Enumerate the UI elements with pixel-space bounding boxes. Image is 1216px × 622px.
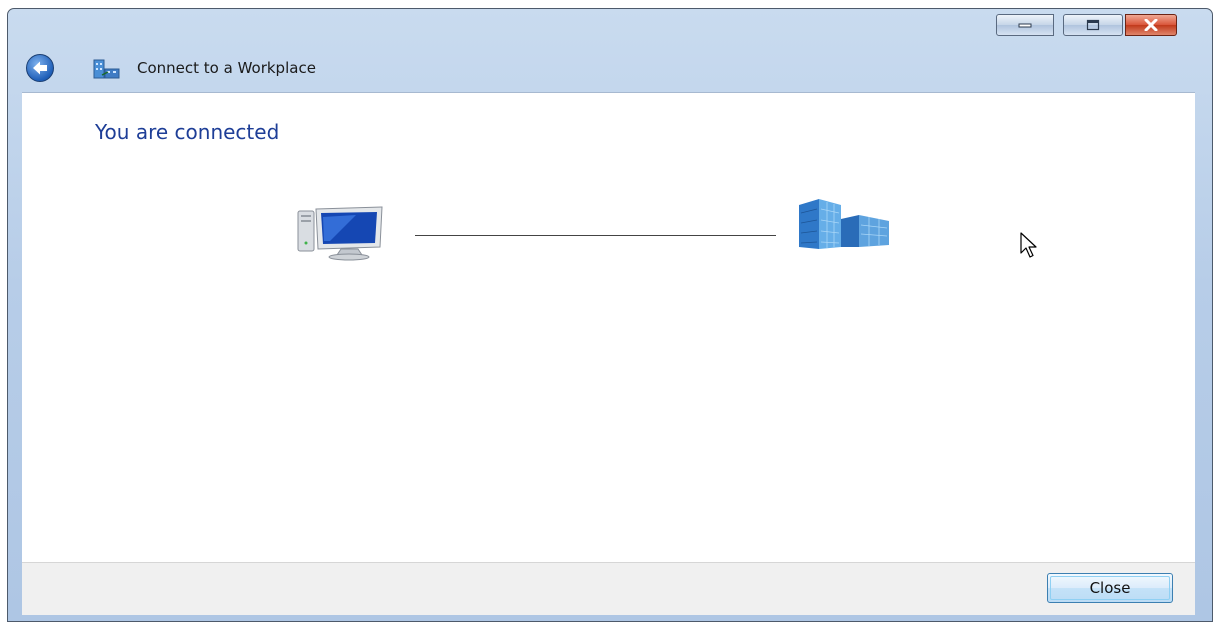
workplace-icon [93,59,120,79]
mouse-cursor-icon [1020,232,1037,258]
content-area [22,92,1195,563]
minimize-button[interactable] [996,14,1054,36]
window-title: Connect to a Workplace [137,59,316,77]
workplace-building-icon [799,199,889,249]
minimize-icon [1018,23,1032,28]
back-button[interactable] [26,54,54,82]
back-arrow-icon [33,61,47,75]
connection-line [415,235,776,236]
window-close-button[interactable] [1125,14,1177,36]
maximize-button[interactable] [1063,14,1123,36]
maximize-icon [1086,19,1100,31]
dialog-footer [22,562,1195,615]
close-icon [1144,19,1158,31]
page-heading: You are connected [95,120,280,144]
computer-icon [297,206,383,261]
close-button[interactable]: Close [1047,573,1173,603]
